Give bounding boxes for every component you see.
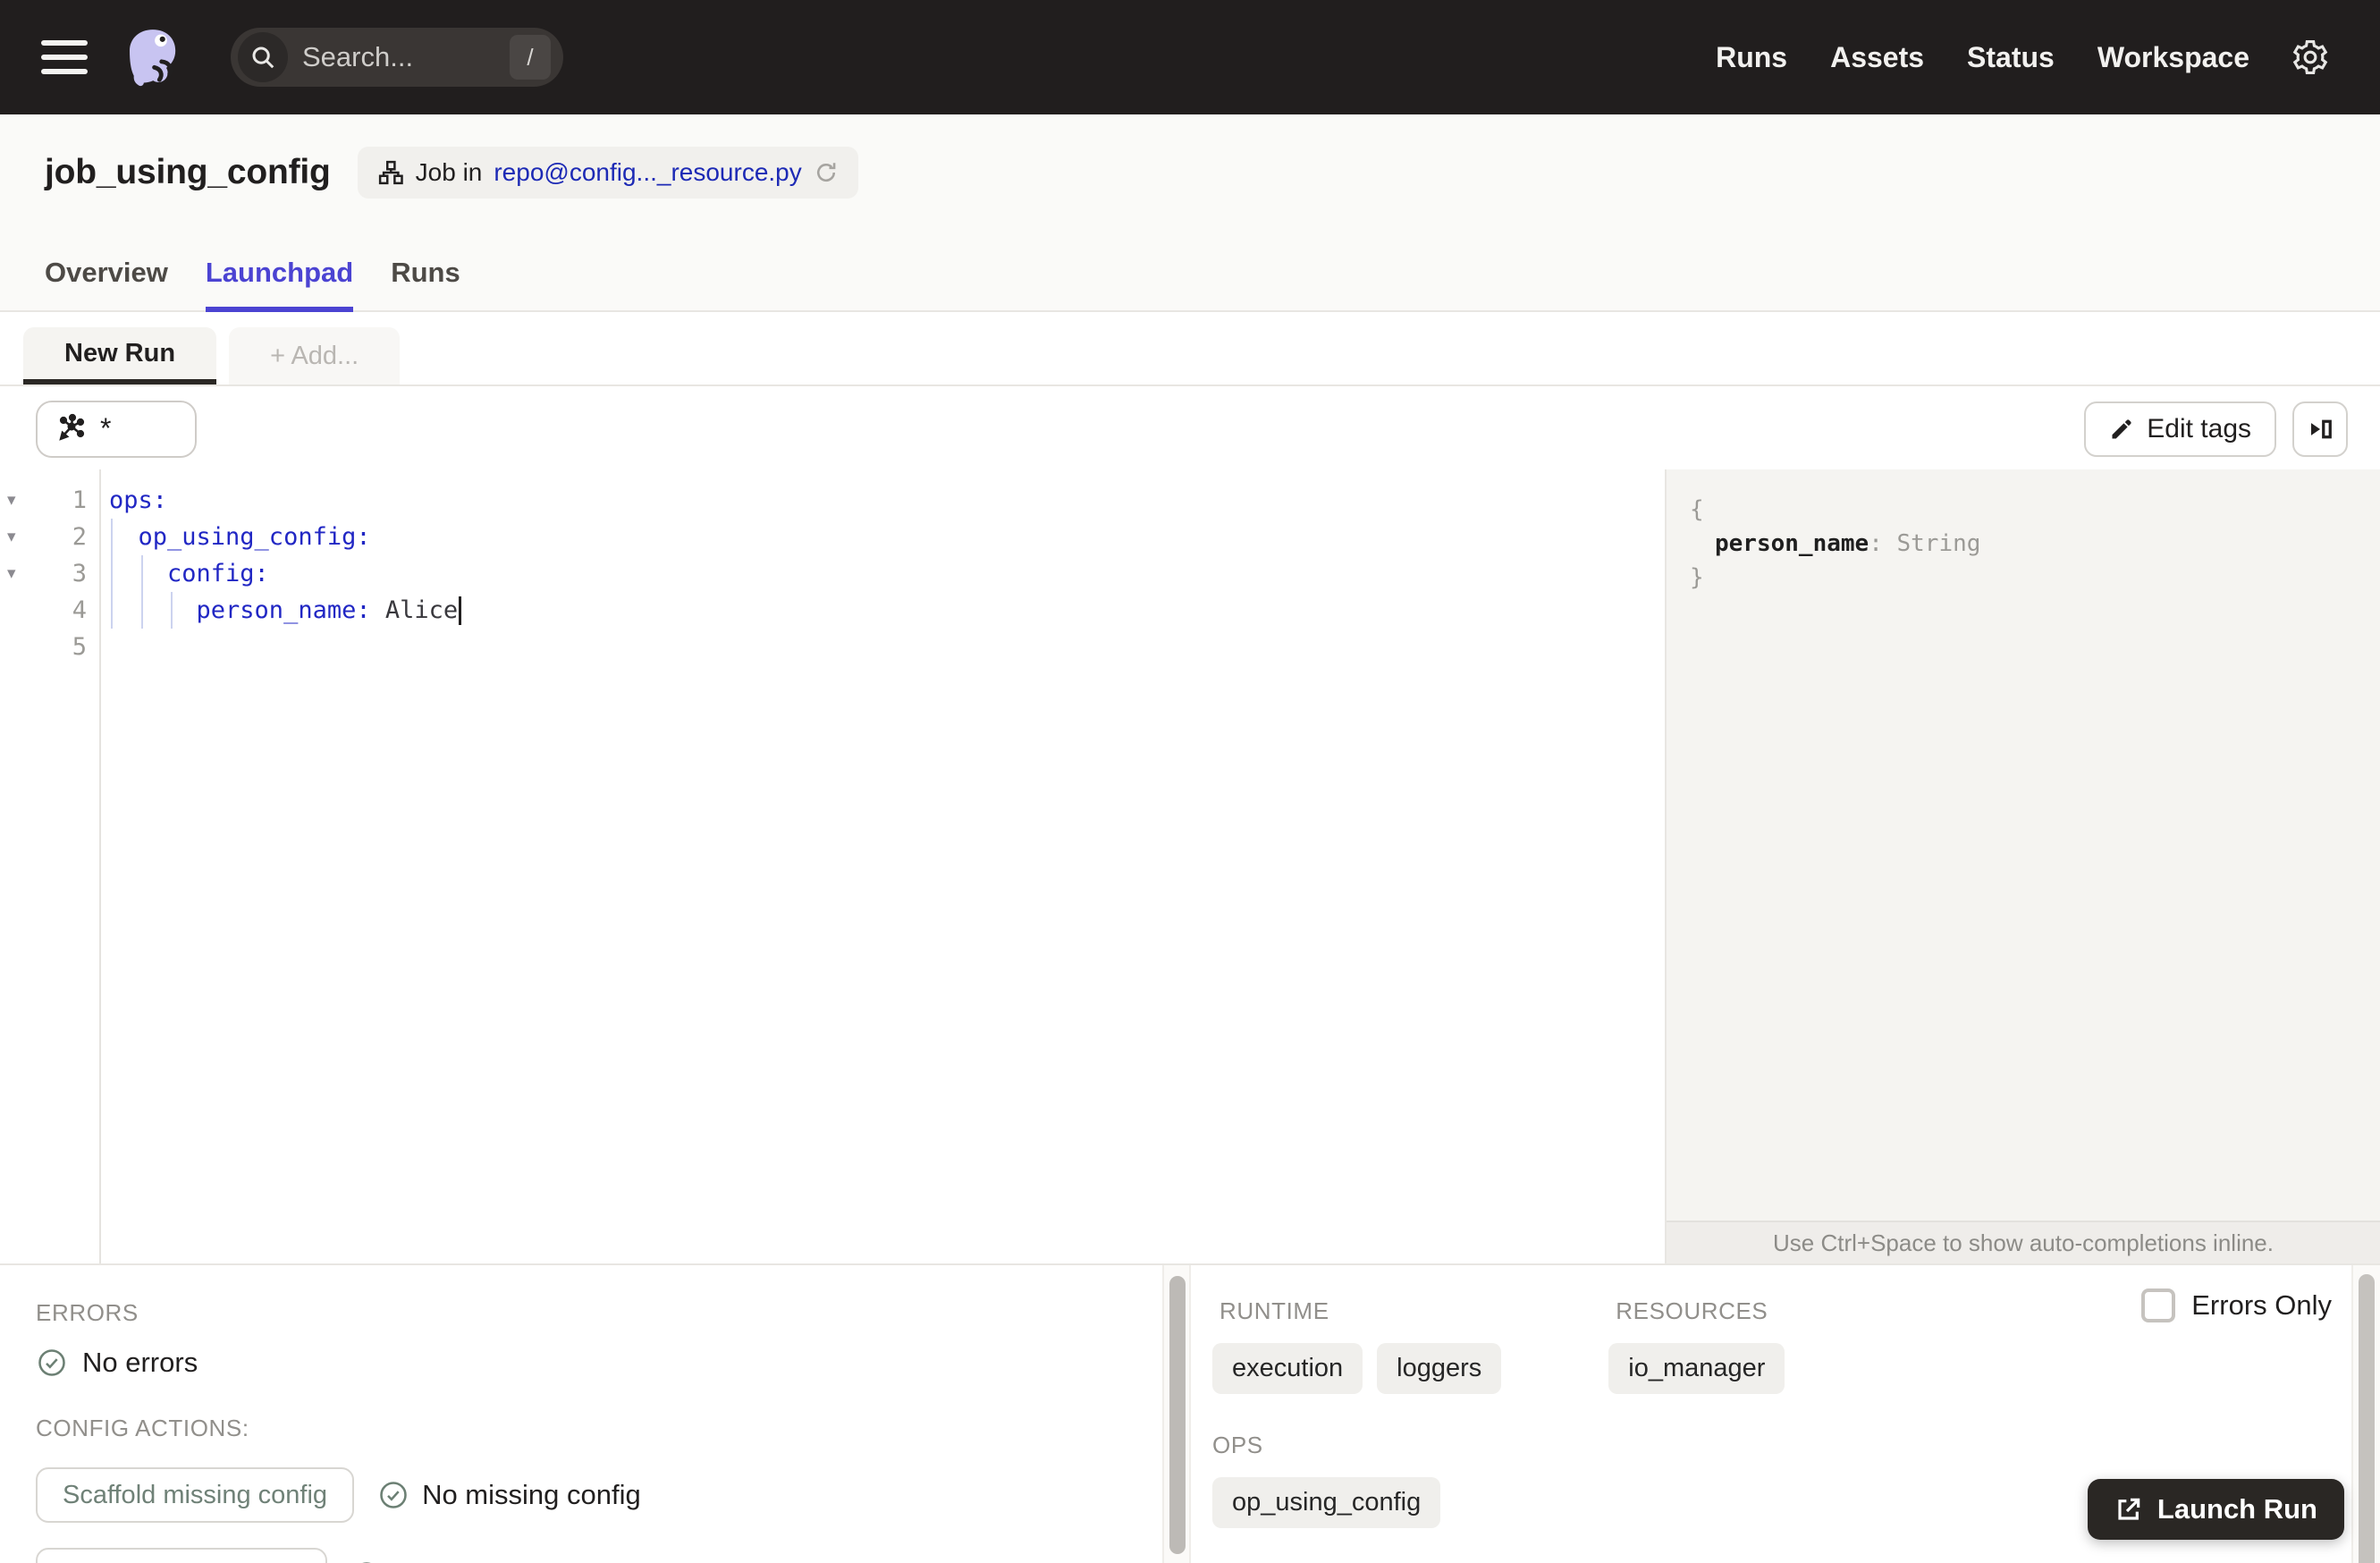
scaffold-missing-config-button[interactable]: Scaffold missing config bbox=[36, 1467, 355, 1523]
line-number: 3 bbox=[72, 560, 87, 587]
resources-label: RESOURCES bbox=[1616, 1297, 1768, 1324]
toggle-right-panel-button[interactable] bbox=[2292, 401, 2348, 457]
code-line: ops: bbox=[109, 486, 168, 514]
job-badge-prefix: Job in bbox=[415, 158, 483, 186]
top-nav: / Runs Assets Status Workspace bbox=[0, 0, 2380, 114]
tab-runs[interactable]: Runs bbox=[391, 257, 460, 312]
nav-link-status[interactable]: Status bbox=[1967, 41, 2055, 74]
runtime-label: RUNTIME bbox=[1220, 1297, 1329, 1324]
remove-extra-config-button[interactable]: Remove extra config bbox=[36, 1548, 327, 1563]
scrollbar-thumb[interactable] bbox=[1169, 1276, 1186, 1554]
tab-launchpad[interactable]: Launchpad bbox=[205, 257, 354, 312]
no-extra-config-status: No extra config to remove bbox=[350, 1559, 713, 1563]
hamburger-menu-icon[interactable] bbox=[41, 40, 88, 74]
code-line: op_using_config: bbox=[109, 523, 371, 551]
job-tabs: Overview Launchpad Runs bbox=[45, 257, 460, 312]
page-header: job_using_config Job in repo@config..._r… bbox=[0, 114, 2380, 312]
config-actions-label: CONFIG ACTIONS: bbox=[36, 1415, 249, 1441]
fold-arrow-icon[interactable]: ▾ bbox=[0, 563, 30, 584]
right-panel-scrollbar[interactable] bbox=[2351, 1265, 2380, 1563]
line-number: 2 bbox=[72, 523, 87, 551]
dagster-logo[interactable] bbox=[118, 22, 188, 92]
nav-link-assets[interactable]: Assets bbox=[1830, 41, 1924, 74]
errors-only-checkbox[interactable] bbox=[2141, 1288, 2176, 1322]
search-input[interactable] bbox=[302, 41, 510, 73]
tab-overview[interactable]: Overview bbox=[45, 257, 168, 312]
settings-gear-icon[interactable] bbox=[2291, 38, 2330, 77]
nav-link-runs[interactable]: Runs bbox=[1716, 41, 1787, 74]
text-cursor bbox=[459, 596, 462, 625]
launch-icon bbox=[2118, 1498, 2140, 1520]
errors-only-toggle[interactable]: Errors Only bbox=[2141, 1288, 2332, 1322]
nav-links: Runs Assets Status Workspace bbox=[1716, 41, 2249, 74]
ops-label: OPS bbox=[1212, 1432, 1263, 1458]
errors-label: ERRORS bbox=[36, 1299, 139, 1326]
schema-type-signature: { person_name: String } bbox=[1667, 469, 2380, 595]
runtime-tag[interactable]: loggers bbox=[1377, 1343, 1502, 1394]
errors-only-label: Errors Only bbox=[2191, 1289, 2332, 1321]
search-icon bbox=[238, 32, 288, 82]
line-number: 1 bbox=[72, 486, 87, 514]
job-graph-icon bbox=[378, 160, 403, 185]
op-selector-graph-icon bbox=[59, 413, 85, 441]
config-tab-new-run[interactable]: New Run bbox=[23, 327, 217, 384]
job-origin-badge: Job in repo@config..._resource.py bbox=[357, 147, 858, 199]
check-circle-icon bbox=[362, 1562, 371, 1563]
schema-brace-close: } bbox=[1690, 564, 1704, 591]
schema-field-type: : String bbox=[1869, 530, 1981, 557]
launchpad-toolbar: * Edit tags bbox=[0, 388, 2380, 469]
search-box[interactable]: / bbox=[231, 28, 563, 87]
runtime-tag[interactable]: execution bbox=[1212, 1343, 1363, 1394]
left-panel-scrollbar[interactable] bbox=[1162, 1265, 1191, 1563]
schema-brace-open: { bbox=[1690, 496, 1704, 523]
schema-field-name[interactable]: person_name bbox=[1715, 530, 1869, 557]
fold-arrow-icon[interactable]: ▾ bbox=[0, 527, 30, 547]
op-selector-value: * bbox=[100, 412, 112, 444]
resources-section: RESOURCES io_manager bbox=[1608, 1297, 1785, 1394]
no-missing-config-status: No missing config bbox=[377, 1479, 641, 1511]
scrollbar-thumb[interactable] bbox=[2359, 1274, 2375, 1563]
config-schema-panel: { person_name: String } Use Ctrl+Space t… bbox=[1665, 469, 2380, 1263]
launchpad-config-tabs: New Run + Add... bbox=[0, 314, 2380, 386]
expand-panel-icon bbox=[2311, 419, 2332, 438]
launchpad-page: / Runs Assets Status Workspace job_using… bbox=[0, 0, 2380, 1563]
check-circle-icon bbox=[38, 1349, 65, 1376]
config-editor[interactable]: ▾ 1 ▾ 2 ▾ 3 4 5 ops: op_using_config: co… bbox=[0, 469, 1663, 1263]
op-selector-input[interactable]: * bbox=[36, 400, 197, 458]
launch-run-label: Launch Run bbox=[2156, 1493, 2317, 1525]
repo-link[interactable]: repo@config..._resource.py bbox=[494, 158, 801, 187]
no-errors-status: No errors bbox=[36, 1347, 1162, 1379]
page-title: job_using_config bbox=[45, 153, 331, 191]
code-line: person_name: Alice bbox=[109, 592, 1663, 629]
check-circle-icon bbox=[380, 1482, 407, 1508]
line-number: 5 bbox=[72, 633, 87, 661]
ops-tag[interactable]: op_using_config bbox=[1212, 1477, 1441, 1528]
launch-run-button[interactable]: Launch Run bbox=[2087, 1479, 2344, 1540]
fold-arrow-icon[interactable]: ▾ bbox=[0, 490, 30, 511]
reload-repo-icon[interactable] bbox=[814, 160, 839, 185]
resources-tag[interactable]: io_manager bbox=[1608, 1343, 1785, 1394]
line-number: 4 bbox=[72, 596, 87, 624]
bottom-panel: ERRORS No errors CONFIG ACTIONS: Scaffol… bbox=[0, 1263, 2380, 1563]
edit-tags-label: Edit tags bbox=[2147, 413, 2251, 444]
search-shortcut-key: / bbox=[510, 35, 551, 80]
edit-tags-button[interactable]: Edit tags bbox=[2084, 401, 2276, 457]
pencil-icon bbox=[2112, 418, 2131, 438]
nav-link-workspace[interactable]: Workspace bbox=[2097, 41, 2249, 74]
runtime-section: RUNTIME execution loggers bbox=[1212, 1297, 1502, 1394]
add-config-tab-button[interactable]: + Add... bbox=[229, 327, 401, 384]
yaml-code[interactable]: ops: op_using_config: config: person_nam… bbox=[109, 482, 1663, 665]
code-line: config: bbox=[109, 560, 269, 587]
errors-section: ERRORS No errors CONFIG ACTIONS: Scaffol… bbox=[0, 1265, 1162, 1563]
autocomplete-hint: Use Ctrl+Space to show auto-completions … bbox=[1667, 1221, 2380, 1263]
